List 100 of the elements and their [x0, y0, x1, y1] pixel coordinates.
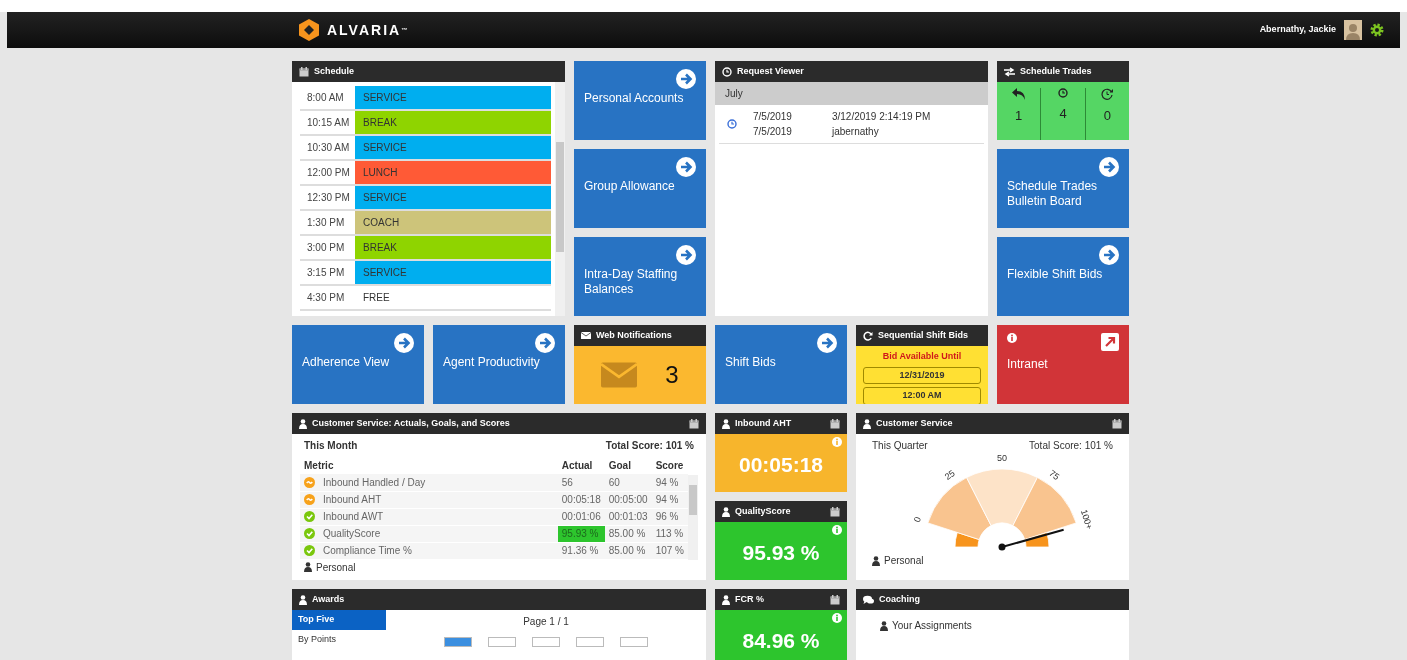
arrow-right-circle-icon[interactable]	[394, 333, 414, 353]
gauge-tick-label: 25	[942, 468, 957, 482]
panel-title: Schedule	[314, 64, 354, 78]
link-tile[interactable]: Intranet	[997, 325, 1129, 404]
tile-label: Intranet	[1007, 356, 1049, 373]
arrow-right-circle-icon[interactable]	[535, 333, 555, 353]
panel-title: Coaching	[879, 592, 920, 606]
arrow-right-circle-icon[interactable]	[817, 333, 837, 353]
panel-title: Inbound AHT	[735, 416, 792, 430]
total-score: Total Score: 101 %	[1029, 439, 1113, 453]
kpi-value: 95.93 %	[741, 540, 821, 566]
schedule-activity: LUNCH	[355, 161, 551, 184]
person-icon	[863, 418, 871, 429]
bid-caption: Bid Available Until	[882, 350, 962, 363]
link-tile[interactable]: Intra-Day Staffing Balances	[574, 237, 706, 316]
24-hour-icon	[1101, 88, 1114, 100]
calendar-icon	[830, 594, 840, 605]
chat-bubbles-icon	[863, 594, 874, 605]
tile-label: Personal Accounts	[584, 91, 685, 106]
schedule-time: 10:30 AM	[306, 141, 351, 155]
arrow-right-circle-icon[interactable]	[676, 157, 696, 177]
table-cell: 94 %	[651, 474, 688, 491]
request-date: 7/5/2019	[753, 110, 792, 124]
table-cell: 56	[557, 474, 605, 491]
settings-gear-icon[interactable]	[1370, 23, 1384, 37]
notification-count: 3	[665, 360, 679, 390]
trade-count: 0	[1103, 107, 1111, 125]
person-icon	[722, 594, 730, 605]
column-header: Metric	[300, 457, 558, 474]
schedule-time: 10:15 AM	[306, 116, 351, 130]
schedule-time: 12:00 PM	[306, 166, 351, 180]
bid-date-field: 12/31/2019	[863, 366, 981, 384]
request-user: jabernathy	[831, 125, 880, 139]
section-label: Your Assignments	[892, 619, 972, 633]
reply-arrow-icon	[1011, 88, 1026, 100]
swap-arrows-icon	[1004, 66, 1015, 77]
gauge-tick-label: 0	[911, 515, 923, 524]
gauge-tick-label: 100+	[1078, 508, 1095, 531]
footer-label: Personal	[884, 554, 924, 568]
person-icon	[299, 594, 307, 605]
link-tile[interactable]: Agent Productivity	[433, 325, 565, 404]
schedule-activity: BREAK	[355, 236, 551, 259]
user-name: Abernathy, Jackie	[1259, 23, 1336, 37]
link-tile[interactable]: Shift Bids	[715, 325, 847, 404]
link-tile[interactable]: Group Allowance	[574, 149, 706, 228]
tile-label: Agent Productivity	[443, 355, 541, 370]
panel-title: Web Notifications	[596, 328, 672, 342]
hexagon-logo-icon	[299, 19, 319, 41]
calendar-icon	[830, 506, 840, 517]
table-cell: Inbound Handled / Day	[319, 474, 558, 491]
envelope-icon	[601, 362, 638, 388]
period-label: This Quarter	[872, 439, 928, 453]
calendar-icon	[830, 418, 840, 429]
calendar-icon	[689, 418, 699, 429]
person-icon	[872, 555, 880, 566]
tile-label: Schedule Trades Bulletin Board	[1007, 179, 1099, 209]
link-tile[interactable]: Adherence View	[292, 325, 424, 404]
arrow-right-circle-icon[interactable]	[676, 245, 696, 265]
link-tile[interactable]: Personal Accounts	[574, 61, 706, 140]
panel-title: Sequential Shift Bids	[878, 328, 968, 342]
person-icon	[722, 506, 730, 517]
panel-title: FCR %	[735, 592, 764, 606]
avatar-silhouette-icon	[1344, 20, 1362, 40]
schedule-time: 12:30 PM	[306, 191, 351, 205]
table-cell: 60	[604, 474, 652, 491]
panel-title: Customer Service: Actuals, Goals, and Scores	[312, 416, 510, 430]
panel-title: Schedule Trades	[1020, 64, 1092, 78]
person-icon	[299, 418, 307, 429]
column-header: Actual	[557, 457, 605, 474]
schedule-activity: SERVICE	[355, 136, 551, 159]
panel-title: QualityScore	[735, 504, 791, 518]
page-indicator: Page 1 / 1	[523, 615, 569, 629]
link-tile[interactable]: Schedule Trades Bulletin Board	[997, 149, 1129, 228]
column-header: Goal	[604, 457, 652, 474]
tile-label: Shift Bids	[725, 355, 777, 370]
info-icon	[832, 437, 842, 447]
schedule-time: 4:30 PM	[306, 291, 346, 305]
person-icon	[722, 418, 730, 429]
panel-title: Request Viewer	[737, 64, 804, 78]
brand-name: ALVARIA$^{™}$	[327, 20, 408, 40]
request-date: 7/5/2019	[753, 125, 792, 139]
arrow-right-circle-icon[interactable]	[1099, 157, 1119, 177]
info-icon	[832, 613, 842, 623]
arrow-right-circle-icon[interactable]	[1099, 245, 1119, 265]
info-icon	[1007, 333, 1017, 343]
column-header: Score	[651, 457, 688, 474]
tile-label: Group Allowance	[584, 179, 676, 194]
clock-icon	[722, 66, 732, 77]
schedule-time: 3:00 PM	[306, 241, 346, 255]
clock-icon	[1058, 88, 1068, 98]
person-icon	[880, 620, 888, 631]
trade-count: 1	[1015, 107, 1023, 125]
period-label: This Month	[304, 439, 358, 453]
arrow-right-circle-icon[interactable]	[676, 69, 696, 89]
trade-count: 4	[1059, 105, 1067, 123]
tile-label: Intra-Day Staffing Balances	[584, 267, 679, 297]
awards-tab[interactable]: Top Five	[292, 610, 386, 630]
external-link-icon[interactable]	[1101, 333, 1119, 351]
panel-title: Customer Service	[876, 416, 953, 430]
link-tile[interactable]: Flexible Shift Bids	[997, 237, 1129, 316]
